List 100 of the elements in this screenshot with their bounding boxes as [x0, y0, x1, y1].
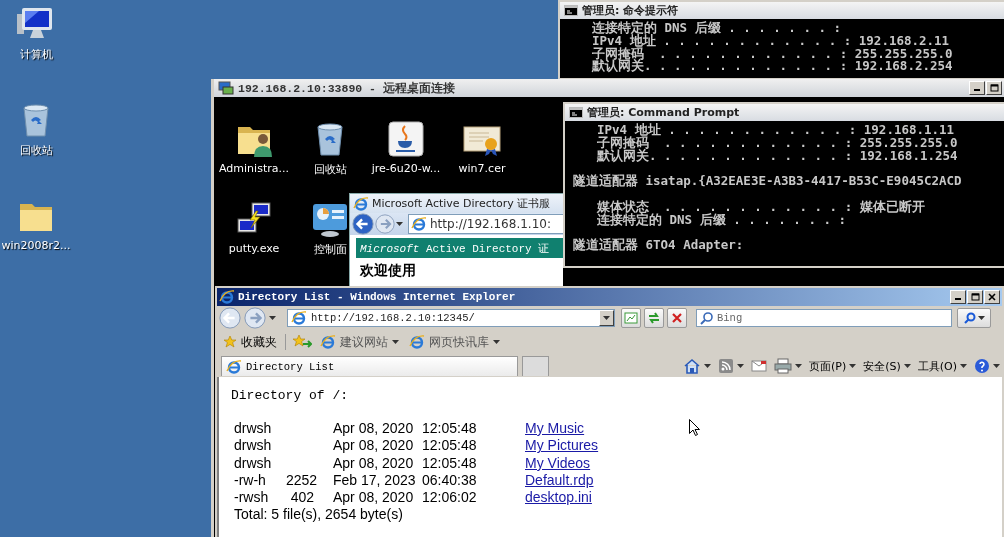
file-date: Apr 08, 2020	[332, 437, 415, 455]
coffee-cup-icon[interactable]	[386, 119, 426, 159]
favorite-link[interactable]: 网页快讯库	[407, 332, 502, 352]
console-line: 连接特定的 DNS 后缀 . . . . . . . :	[597, 213, 847, 227]
console-line: 隧道适配器 6TO4 Adapter:	[573, 239, 744, 252]
browser-tab[interactable]: Directory List	[221, 356, 518, 376]
icon-label[interactable]: 计算机	[19, 47, 53, 62]
caret-icon[interactable]	[849, 364, 857, 368]
dropdown-icon[interactable]	[603, 316, 610, 320]
window-title: 管理员: 命令提示符	[582, 3, 679, 18]
icon-label[interactable]: Administra...	[219, 162, 289, 175]
page-heading: Directory of /:	[231, 388, 349, 403]
menu-button[interactable]: 安全(S)	[863, 358, 901, 374]
file-time: 12:06:02	[422, 489, 478, 507]
console-line: 子网掩码 . . . . . . . . . . . . : 255.255.255.0	[592, 47, 953, 61]
caret-icon[interactable]	[794, 364, 802, 368]
icon-label[interactable]: putty.exe	[228, 242, 280, 255]
browser-logo-icon[interactable]	[320, 334, 336, 350]
browser-logo-icon[interactable]	[409, 334, 425, 350]
total-summary: Total: 5 file(s), 2654 byte(s)	[234, 506, 404, 524]
caret-icon[interactable]	[903, 364, 911, 368]
icon-label[interactable]: win2008r2...	[1, 239, 71, 252]
back-button[interactable]	[352, 213, 374, 235]
refresh-icon	[647, 311, 661, 325]
file-link[interactable]: My Pictures	[525, 437, 599, 454]
caret-icon[interactable]	[736, 364, 744, 368]
file-date: Apr 08, 2020	[332, 489, 415, 507]
file-attributes: -rw-h	[234, 471, 267, 490]
terminal-icon	[564, 5, 578, 16]
caret-icon[interactable]	[993, 364, 1000, 368]
caret-icon[interactable]	[703, 364, 711, 368]
icon-label[interactable]: 回收站	[19, 143, 53, 158]
file-link[interactable]: Default.rdp	[525, 471, 594, 488]
file-link[interactable]: desktop.ini	[525, 489, 592, 506]
stop-button[interactable]	[667, 308, 687, 328]
caret-icon[interactable]	[392, 340, 399, 344]
address-field[interactable]: http://192.168.1.10:	[408, 214, 563, 234]
favorites-button[interactable]: 收藏夹	[221, 332, 279, 352]
help-icon[interactable]	[974, 358, 990, 374]
star-icon	[223, 335, 237, 349]
search-icon	[700, 312, 713, 325]
compatibility-button[interactable]	[621, 308, 641, 328]
mail-icon[interactable]	[750, 358, 767, 374]
mouse-pointer-icon	[689, 419, 700, 436]
refresh-button[interactable]	[644, 308, 664, 328]
icon-label[interactable]: 回收站	[313, 162, 347, 177]
console-line: 媒体状态 . . . . . . . . . . . . : 媒体已断开	[597, 200, 925, 214]
file-date: Feb 17, 2023	[332, 471, 417, 490]
console-line: IPv4 地址 . . . . . . . . . . . . : 192.168.1.11	[597, 124, 955, 137]
icon-label[interactable]: 控制面	[313, 242, 347, 257]
home-icon[interactable]	[682, 358, 701, 374]
menu-button[interactable]: 页面(P)	[808, 358, 847, 374]
file-link[interactable]: My Videos	[525, 454, 591, 471]
browser-logo-icon	[219, 289, 235, 305]
window-title: 192.168.2.10:33890 - 远程桌面连接	[238, 80, 456, 96]
window-title: 管理员: Command Prompt	[587, 105, 740, 120]
browser-logo-icon	[291, 310, 307, 326]
caret-icon[interactable]	[269, 316, 276, 320]
file-time: 12:05:48	[422, 420, 478, 438]
browser-logo-icon[interactable]	[226, 358, 242, 375]
file-date: Apr 08, 2020	[332, 454, 415, 472]
page-heading: 欢迎使用	[360, 262, 416, 280]
file-attributes: drwsh	[234, 454, 273, 472]
file-time: 06:40:38	[422, 471, 478, 490]
search-field[interactable]: Bing	[696, 309, 952, 327]
favorite-link[interactable]: 建议网站	[318, 332, 401, 352]
icon-label[interactable]: jre-6u20-w...	[371, 162, 441, 175]
search-button[interactable]	[957, 308, 991, 328]
banner-text: Microsoft Active Directory 证	[360, 241, 550, 256]
caret-icon[interactable]	[960, 364, 967, 368]
file-date: Apr 08, 2020	[332, 420, 415, 438]
window-title: Directory List - Windows Internet Explorer	[238, 291, 517, 303]
file-attributes: -rwsh	[234, 489, 270, 507]
file-attributes: drwsh	[234, 420, 273, 438]
file-link[interactable]: My Music	[525, 420, 585, 436]
terminal-icon	[569, 107, 583, 118]
address-field[interactable]: http://192.168.2.10:12345/	[287, 309, 615, 327]
console-line: 子网掩码 . . . . . . . . . . . . : 255.255.255.0	[597, 136, 958, 150]
file-size: 402	[289, 489, 314, 507]
console-line: 连接特定的 DNS 后缀 . . . . . . . :	[592, 22, 842, 35]
printer-icon[interactable]	[773, 358, 792, 374]
caret-icon[interactable]	[396, 222, 403, 226]
search-icon[interactable]	[963, 312, 976, 324]
file-time: 12:05:48	[422, 437, 478, 455]
chart-page-icon	[624, 311, 638, 325]
menu-button[interactable]: 工具(O)	[917, 358, 957, 374]
caret-icon[interactable]	[977, 316, 985, 320]
caret-icon[interactable]	[493, 340, 500, 344]
remote-desktop-icon	[218, 81, 234, 95]
browser-logo-icon	[411, 216, 427, 232]
back-button[interactable]	[219, 307, 241, 329]
icon-label[interactable]: win7.cer	[458, 162, 506, 175]
console-line: 默认网关. . . . . . . . . . . . . : 192.168.2.254	[592, 60, 953, 74]
console-line: 默认网关. . . . . . . . . . . . . : 192.168.1.254	[597, 149, 958, 163]
file-attributes: drwsh	[234, 437, 273, 455]
file-time: 12:05:48	[422, 454, 478, 472]
browser-logo-icon	[353, 195, 369, 212]
window-title: Microsoft Active Directory 证书服	[372, 196, 551, 211]
console-line: 隧道适配器 isatap.{A32EAE3E-A3B3-4417-B53C-E9045C2ACD	[573, 175, 962, 188]
close-icon	[671, 312, 683, 324]
